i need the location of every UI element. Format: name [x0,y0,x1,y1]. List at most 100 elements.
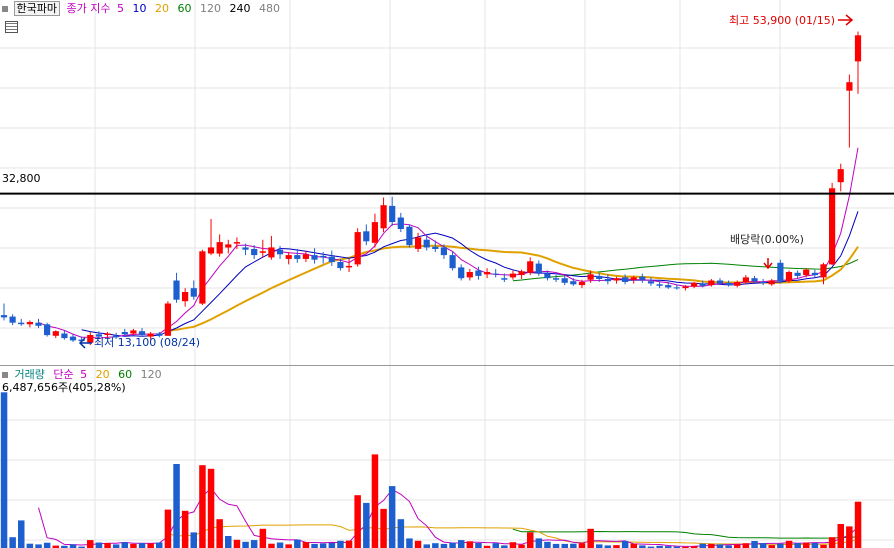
volume-bar [475,543,482,548]
candle-body [829,188,836,265]
candle [268,235,275,260]
legend-marker-icon [2,6,8,12]
candle-body [354,232,361,265]
volume-bar [388,486,396,548]
volume-bar [225,536,232,548]
candle [182,288,189,307]
candle-body [665,285,672,288]
candle [406,224,413,248]
candle-body [121,332,128,335]
legend-marker-icon [2,372,8,378]
candle-body [164,303,171,336]
price-candles [0,31,862,346]
candle [311,248,318,264]
candle-body [760,282,767,283]
candle [397,212,404,233]
volume-bar [9,537,16,548]
volume-ma-label: 단순 [53,368,74,381]
candle [639,273,646,283]
volume-bar [828,537,836,548]
volume-bar [561,543,568,548]
volume-bar [846,526,853,548]
volume-bar [406,538,413,548]
candle [846,74,853,148]
candle-body [302,254,309,259]
candle-body [604,278,611,282]
candle [785,270,793,283]
volume-bar [578,543,586,548]
volume-bar [181,510,189,548]
candle-body [673,287,680,289]
candle-body [242,247,249,250]
volume-bar [397,519,405,548]
candle-body [268,247,275,258]
price-volume-chart [0,0,894,548]
candle-body [363,231,370,242]
candle-body [251,249,258,256]
volume-bar [199,465,206,548]
candle-body [432,246,439,249]
volume-bar [337,540,344,548]
candle-body [389,205,396,222]
candle-body [475,270,482,276]
volume-bar [432,543,439,548]
ma-legend-120: 120 [199,2,221,15]
volume-bar [156,542,163,548]
candle-body [647,281,655,284]
candle-body [130,330,137,334]
candle-body [104,333,111,335]
candle [225,239,232,254]
candle [44,322,51,337]
candle [363,224,370,246]
candle-body [622,277,629,282]
candle-body [69,336,77,341]
candle [285,252,292,265]
volume-bar [423,544,430,548]
candle [458,264,465,281]
volume-bar [138,543,146,548]
candle-body [544,273,551,279]
candle-body [259,251,266,253]
volume-bar [354,495,361,548]
volume-bar [294,539,301,548]
volume-bar [518,544,525,548]
volume-bar [785,540,793,548]
volume-bar [440,543,448,548]
stock-name-box[interactable]: 한국파마 [13,1,60,16]
volume-bar [0,392,8,548]
candle-body [18,322,25,325]
candle [415,232,422,253]
candle [9,314,16,326]
table-view-icon[interactable] [5,21,18,33]
candle-body [708,280,715,286]
candle-body [535,263,542,273]
candle [35,318,42,329]
volume-bar [259,528,267,548]
volume-bar [250,540,258,548]
volume-bar [794,543,801,548]
candle-body [578,282,586,286]
candle-body [466,272,473,278]
volume-bar [716,544,724,548]
high-price-label: 최고 53,900 (01/15) [729,14,836,27]
candle [354,228,361,267]
candle-body [199,251,206,304]
ma-legend-240: 240 [229,2,251,15]
candle-body [294,255,301,259]
candle-body [492,273,499,275]
volume-bar [742,543,750,548]
candle-body [61,333,68,339]
volume-legend: 거래량 단순 5 20 60 120 [2,368,162,381]
volume-bar [207,468,215,548]
candle-body [44,324,51,336]
candle [829,182,836,266]
volume-bar [363,502,370,548]
candle-body [406,226,413,246]
candle-body [320,255,327,258]
volume-bar [535,538,543,548]
volume-bar [147,543,154,548]
candle [760,278,767,286]
candle-body [553,278,560,280]
candle-body [285,255,292,259]
volume-bar [319,543,327,548]
